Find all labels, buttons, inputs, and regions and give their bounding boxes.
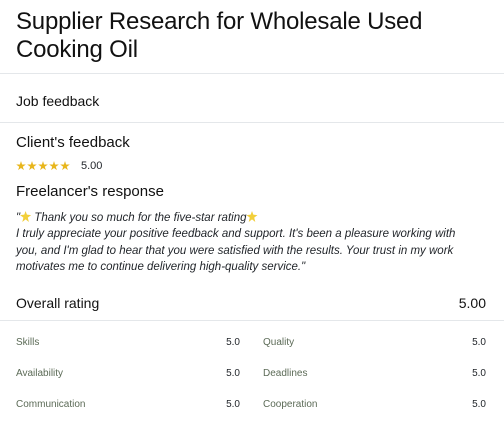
metric-label: Skills <box>16 337 40 348</box>
client-feedback-heading: Client's feedback <box>16 134 130 151</box>
metric-value: 5.0 <box>472 368 486 379</box>
overall-rating-value: 5.00 <box>458 295 486 311</box>
metric-value: 5.0 <box>472 399 486 410</box>
metric-communication: Communication 5.0 <box>16 399 240 410</box>
metric-skills: Skills 5.0 <box>16 337 240 348</box>
sparkle-icon <box>20 211 32 222</box>
star-icon <box>38 161 48 171</box>
overall-divider <box>0 320 504 321</box>
star-icon <box>60 161 70 171</box>
response-line-4: motivates me to continue delivering high… <box>16 261 306 274</box>
metric-row: Availability 5.0 Deadlines 5.0 <box>16 368 486 399</box>
sparkle-icon <box>246 211 258 222</box>
metric-deadlines: Deadlines 5.0 <box>263 368 486 379</box>
response-open-quote: " <box>16 212 21 224</box>
metric-row: Communication 5.0 Cooperation 5.0 <box>16 399 486 430</box>
response-line-3: you, and I'm glad to hear that you were … <box>16 244 454 257</box>
overall-rating-label: Overall rating <box>16 295 100 311</box>
response-line-1-text: Thank you so much for the five-star rati… <box>31 212 247 224</box>
title-divider <box>0 73 504 74</box>
job-feedback-heading: Job feedback <box>16 93 100 109</box>
client-rating-score: 5.00 <box>81 160 103 172</box>
overall-rating-row: Overall rating 5.00 <box>16 294 486 312</box>
response-line-1: " Thank you so much for the five-star ra… <box>16 210 486 226</box>
star-icon <box>16 161 26 171</box>
metric-label: Quality <box>263 337 295 348</box>
star-icon <box>49 161 59 171</box>
metric-label: Cooperation <box>263 399 318 410</box>
freelancer-response-text: " Thank you so much for the five-star ra… <box>16 210 486 276</box>
metric-value: 5.0 <box>226 337 240 348</box>
page-title: Supplier Research for Wholesale Used Coo… <box>16 8 423 63</box>
client-rating-stars: 5.00 <box>16 160 102 172</box>
star-icon <box>27 161 37 171</box>
freelancer-response-heading: Freelancer's response <box>16 183 164 200</box>
metric-value: 5.0 <box>472 337 486 348</box>
metric-availability: Availability 5.0 <box>16 368 240 379</box>
rating-metrics: Skills 5.0 Quality 5.0 Availability 5.0 … <box>16 337 486 430</box>
metric-label: Deadlines <box>263 368 308 379</box>
response-line-2: I truly appreciate your positive feedbac… <box>16 228 456 241</box>
metric-cooperation: Cooperation 5.0 <box>263 399 486 410</box>
metric-value: 5.0 <box>226 399 240 410</box>
metric-quality: Quality 5.0 <box>263 337 486 348</box>
job-feedback-divider <box>0 122 504 123</box>
metric-label: Availability <box>16 368 64 379</box>
metric-value: 5.0 <box>226 368 240 379</box>
metric-row: Skills 5.0 Quality 5.0 <box>16 337 486 368</box>
metric-label: Communication <box>16 399 86 410</box>
